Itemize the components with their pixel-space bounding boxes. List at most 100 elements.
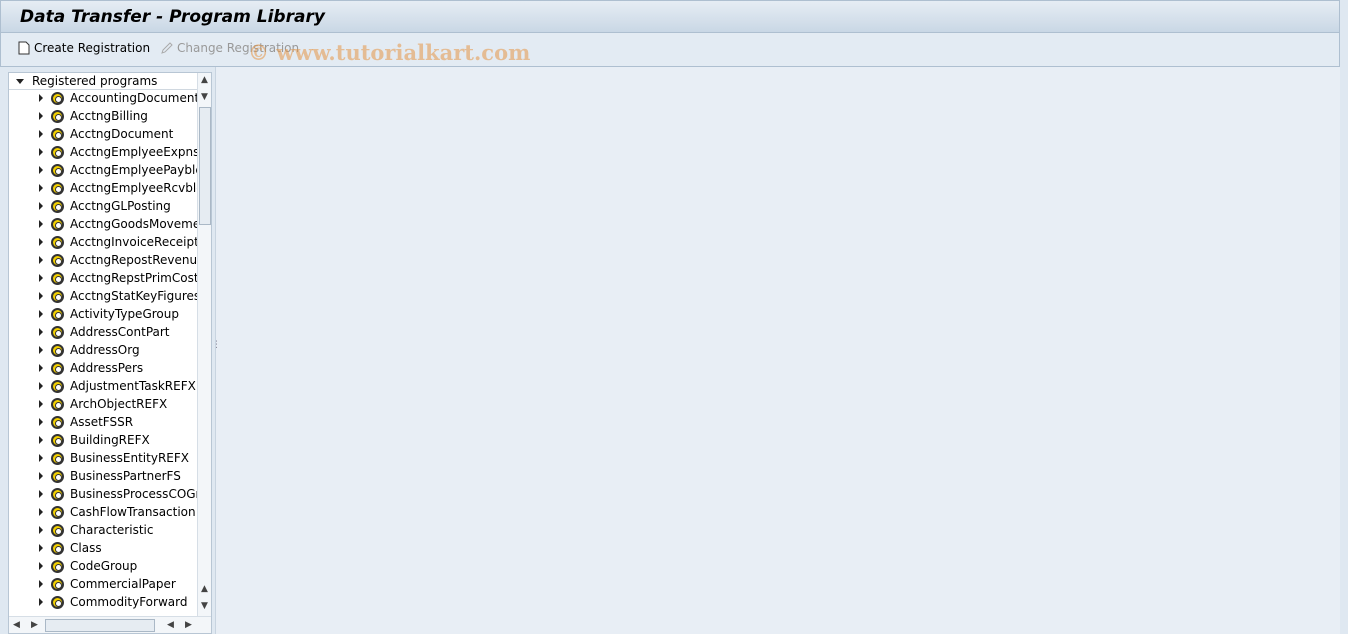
tree-item[interactable]: AdjustmentTaskREFX xyxy=(9,377,197,395)
program-icon xyxy=(51,487,64,501)
expand-icon[interactable] xyxy=(39,364,43,372)
expand-icon[interactable] xyxy=(39,562,43,570)
expand-icon[interactable] xyxy=(39,490,43,498)
program-icon xyxy=(51,577,64,591)
expand-icon[interactable] xyxy=(39,220,43,228)
program-icon xyxy=(51,325,64,339)
tree-item-label: AcctngEmplyeeRcvbles xyxy=(70,181,197,195)
expand-icon[interactable] xyxy=(39,184,43,192)
expand-icon[interactable] xyxy=(39,382,43,390)
tree-item-label: AcctngBilling xyxy=(70,109,148,123)
scroll-up-icon[interactable]: ▲ xyxy=(201,75,208,85)
tree-item[interactable]: CommodityForward xyxy=(9,593,197,611)
expand-icon[interactable] xyxy=(39,418,43,426)
tree-root[interactable]: Registered programs xyxy=(9,73,197,90)
tree-item[interactable]: ActivityTypeGroup xyxy=(9,305,197,323)
expand-icon[interactable] xyxy=(39,94,43,102)
tree-item[interactable]: BusinessPartnerFS xyxy=(9,467,197,485)
program-icon xyxy=(51,217,64,231)
tree-item[interactable]: AddressContPart xyxy=(9,323,197,341)
tree-item[interactable]: AcctngRepostRevenue xyxy=(9,251,197,269)
scroll-right-icon[interactable]: ▶ xyxy=(31,620,38,630)
expand-icon[interactable] xyxy=(39,292,43,300)
scroll-right-icon[interactable]: ▶ xyxy=(185,620,192,630)
program-icon xyxy=(51,289,64,303)
tree-item[interactable]: BusinessProcessCOGrp xyxy=(9,485,197,503)
tree-item[interactable]: CommercialPaper xyxy=(9,575,197,593)
expand-icon[interactable] xyxy=(39,526,43,534)
tree-item-label: BusinessProcessCOGrp xyxy=(70,487,197,501)
tree-item[interactable]: AddressPers xyxy=(9,359,197,377)
expand-icon[interactable] xyxy=(39,598,43,606)
tree-item[interactable]: AssetFSSR xyxy=(9,413,197,431)
expand-icon[interactable] xyxy=(39,580,43,588)
expand-icon[interactable] xyxy=(39,346,43,354)
expand-icon[interactable] xyxy=(39,256,43,264)
tree-item[interactable]: AcctngBilling xyxy=(9,107,197,125)
tree-item-label: AcctngInvoiceReceipt xyxy=(70,235,197,249)
tree-item-label: AcctngRepstPrimCosts xyxy=(70,271,197,285)
tree-item[interactable]: Class xyxy=(9,539,197,557)
tree-item[interactable]: BuildingREFX xyxy=(9,431,197,449)
tree-item[interactable]: AcctngRepstPrimCosts xyxy=(9,269,197,287)
tree-item-label: AcctngEmplyeeExpnses xyxy=(70,145,197,159)
expand-icon[interactable] xyxy=(39,112,43,120)
horizontal-scrollbar[interactable]: ◀ ▶ ◀ ▶ xyxy=(9,616,211,633)
expand-icon[interactable] xyxy=(39,274,43,282)
tree-item-label: AcctngGLPosting xyxy=(70,199,171,213)
tree-item-label: ActivityTypeGroup xyxy=(70,307,179,321)
expand-icon[interactable] xyxy=(39,166,43,174)
tree-item[interactable]: AcctngDocument xyxy=(9,125,197,143)
expand-icon[interactable] xyxy=(39,544,43,552)
program-icon xyxy=(51,235,64,249)
expand-icon[interactable] xyxy=(39,328,43,336)
collapse-icon[interactable] xyxy=(16,78,24,84)
tree-item-label: Class xyxy=(70,541,102,555)
expand-icon[interactable] xyxy=(39,202,43,210)
program-icon xyxy=(51,505,64,519)
expand-icon[interactable] xyxy=(39,400,43,408)
watermark: © www.tutorialkart.com xyxy=(248,40,531,65)
tree-item-label: AcctngEmplyeePaybles xyxy=(70,163,197,177)
expand-icon[interactable] xyxy=(39,310,43,318)
expand-icon[interactable] xyxy=(39,436,43,444)
tree-item[interactable]: CodeGroup xyxy=(9,557,197,575)
expand-icon[interactable] xyxy=(39,130,43,138)
tree-item[interactable]: AcctngGoodsMovement xyxy=(9,215,197,233)
tree-item[interactable]: ArchObjectREFX xyxy=(9,395,197,413)
tree-item[interactable]: AcctngEmplyeeRcvbles xyxy=(9,179,197,197)
tree-item[interactable]: AcctngStatKeyFigures xyxy=(9,287,197,305)
tree-item[interactable]: BusinessEntityREFX xyxy=(9,449,197,467)
scroll-down-icon[interactable]: ▼ xyxy=(201,601,208,611)
program-icon xyxy=(51,523,64,537)
scroll-left-icon[interactable]: ◀ xyxy=(167,620,174,630)
tree-item-label: AcctngGoodsMovement xyxy=(70,217,197,231)
program-icon xyxy=(51,181,64,195)
tree-item-label: BusinessPartnerFS xyxy=(70,469,181,483)
create-registration-button[interactable]: Create Registration xyxy=(18,41,150,55)
vertical-scrollbar[interactable]: ▲ ▼ ▲ ▼ xyxy=(197,73,211,617)
tree-item[interactable]: AcctngGLPosting xyxy=(9,197,197,215)
scroll-thumb[interactable] xyxy=(45,619,155,632)
scroll-thumb[interactable] xyxy=(199,107,211,225)
expand-icon[interactable] xyxy=(39,508,43,516)
tree-item-label: AcctngRepostRevenue xyxy=(70,253,197,267)
program-icon xyxy=(51,307,64,321)
tree-item[interactable]: Characteristic xyxy=(9,521,197,539)
scroll-down-icon[interactable]: ▼ xyxy=(201,92,208,102)
expand-icon[interactable] xyxy=(39,472,43,480)
expand-icon[interactable] xyxy=(39,148,43,156)
tree-item[interactable]: AcctngInvoiceReceipt xyxy=(9,233,197,251)
tree-item[interactable]: AcctngEmplyeeExpnses xyxy=(9,143,197,161)
scroll-up-icon[interactable]: ▲ xyxy=(201,584,208,594)
expand-icon[interactable] xyxy=(39,454,43,462)
tree-item[interactable]: AddressOrg xyxy=(9,341,197,359)
tree-item[interactable]: CashFlowTransaction xyxy=(9,503,197,521)
splitter-handle[interactable]: ⋮ xyxy=(212,340,221,350)
program-icon xyxy=(51,343,64,357)
scroll-left-icon[interactable]: ◀ xyxy=(13,620,20,630)
tree-item-label: AddressContPart xyxy=(70,325,170,339)
tree-item[interactable]: AcctngEmplyeePaybles xyxy=(9,161,197,179)
expand-icon[interactable] xyxy=(39,238,43,246)
tree-item[interactable]: AccountingDocument xyxy=(9,89,197,107)
